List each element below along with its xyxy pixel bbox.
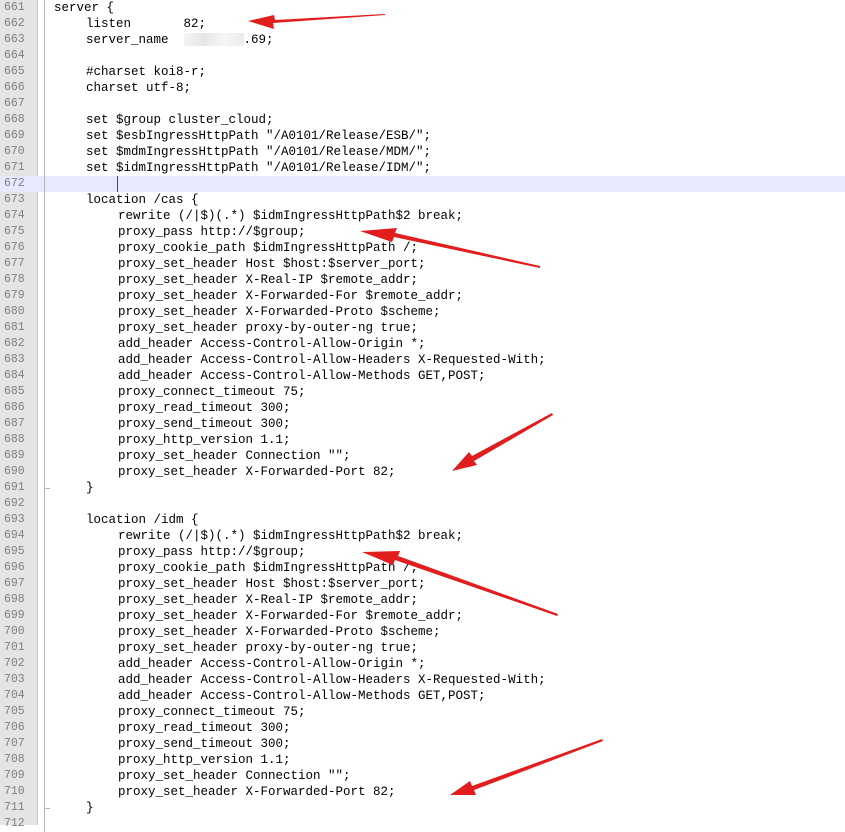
arrow-forwarded-port-idm bbox=[450, 739, 603, 795]
arrow-proxy-pass-cas bbox=[360, 228, 540, 268]
annotation-arrows bbox=[248, 14, 603, 795]
arrow-proxy-pass-idm bbox=[362, 551, 558, 616]
arrow-forwarded-port-cas bbox=[452, 413, 553, 471]
arrow-listen bbox=[248, 14, 385, 29]
